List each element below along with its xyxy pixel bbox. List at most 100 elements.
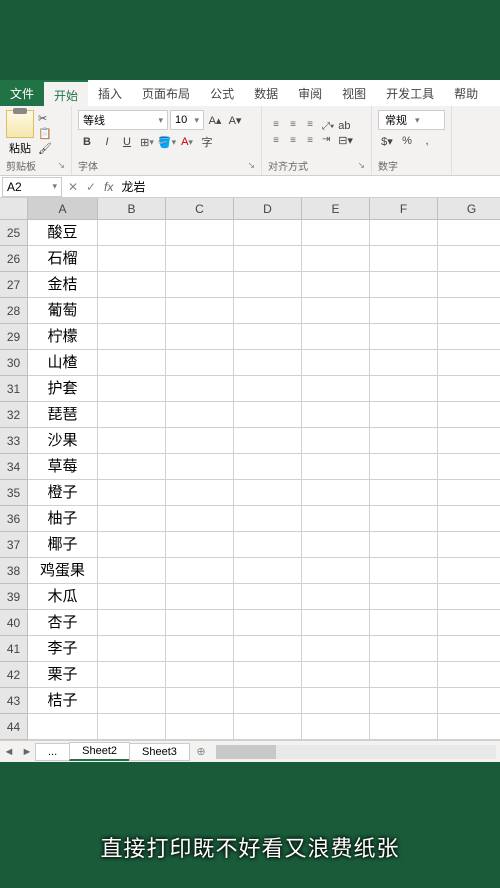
row-header[interactable]: 41	[0, 636, 28, 662]
menu-home[interactable]: 开始	[44, 80, 88, 106]
cell[interactable]	[98, 480, 166, 506]
cell[interactable]	[234, 480, 302, 506]
font-name-select[interactable]: 等线▾	[78, 110, 168, 130]
row-header[interactable]: 29	[0, 324, 28, 350]
row-header[interactable]: 31	[0, 376, 28, 402]
menu-insert[interactable]: 插入	[88, 80, 132, 106]
cell[interactable]	[234, 558, 302, 584]
column-header[interactable]: C	[166, 198, 234, 220]
cell[interactable]	[98, 506, 166, 532]
cell[interactable]	[302, 376, 370, 402]
column-header[interactable]: D	[234, 198, 302, 220]
cell[interactable]: 橙子	[28, 480, 98, 506]
cell[interactable]	[438, 480, 500, 506]
cell[interactable]	[438, 532, 500, 558]
align-launcher-icon[interactable]: ↘	[357, 160, 365, 171]
font-color-button[interactable]: A▾	[178, 133, 196, 151]
cell[interactable]	[166, 376, 234, 402]
cell[interactable]	[234, 506, 302, 532]
cell[interactable]	[166, 610, 234, 636]
copy-icon[interactable]: 📋	[38, 127, 52, 140]
row-header[interactable]: 42	[0, 662, 28, 688]
cell[interactable]	[370, 298, 438, 324]
paste-button[interactable]: 粘贴	[6, 110, 34, 156]
cell[interactable]	[302, 558, 370, 584]
orientation-icon[interactable]: ⤢▾	[322, 121, 334, 132]
cell[interactable]	[302, 324, 370, 350]
cell[interactable]	[438, 298, 500, 324]
cell[interactable]	[98, 688, 166, 714]
row-header[interactable]: 28	[0, 298, 28, 324]
row-header[interactable]: 27	[0, 272, 28, 298]
cell[interactable]	[370, 714, 438, 740]
sheet-tab-more[interactable]: ...	[35, 743, 70, 761]
cell[interactable]	[438, 610, 500, 636]
row-header[interactable]: 32	[0, 402, 28, 428]
cell[interactable]	[302, 636, 370, 662]
cell[interactable]: 椰子	[28, 532, 98, 558]
cell[interactable]	[438, 350, 500, 376]
cell[interactable]	[370, 350, 438, 376]
cell[interactable]	[370, 558, 438, 584]
font-launcher-icon[interactable]: ↘	[247, 160, 255, 171]
cell[interactable]	[234, 610, 302, 636]
cell[interactable]	[98, 714, 166, 740]
cell[interactable]	[166, 272, 234, 298]
cell[interactable]	[302, 428, 370, 454]
align-middle-icon[interactable]: ≡	[285, 118, 301, 132]
cell[interactable]	[302, 662, 370, 688]
cell[interactable]	[438, 454, 500, 480]
menu-layout[interactable]: 页面布局	[132, 80, 200, 106]
cell[interactable]	[302, 610, 370, 636]
column-header[interactable]: B	[98, 198, 166, 220]
cell[interactable]	[166, 324, 234, 350]
menu-dev[interactable]: 开发工具	[376, 80, 444, 106]
cell[interactable]	[98, 402, 166, 428]
column-header[interactable]: F	[370, 198, 438, 220]
cell[interactable]	[166, 688, 234, 714]
cell[interactable]	[98, 246, 166, 272]
column-header[interactable]: E	[302, 198, 370, 220]
cell[interactable]: 栗子	[28, 662, 98, 688]
cell[interactable]	[234, 662, 302, 688]
cell[interactable]: 杏子	[28, 610, 98, 636]
cell[interactable]	[302, 350, 370, 376]
cell[interactable]	[438, 246, 500, 272]
fill-color-button[interactable]: 🪣▾	[158, 133, 176, 151]
row-header[interactable]: 34	[0, 454, 28, 480]
cell[interactable]	[302, 506, 370, 532]
cell[interactable]: 琵琶	[28, 402, 98, 428]
formula-input[interactable]: 龙岩	[117, 178, 500, 195]
cell[interactable]: 鸡蛋果	[28, 558, 98, 584]
align-center-icon[interactable]: ≡	[285, 134, 301, 148]
cell[interactable]	[98, 428, 166, 454]
cell[interactable]	[98, 350, 166, 376]
cell[interactable]	[302, 532, 370, 558]
cell[interactable]	[98, 220, 166, 246]
cell[interactable]	[166, 350, 234, 376]
cell[interactable]	[370, 584, 438, 610]
cell[interactable]	[438, 220, 500, 246]
cell[interactable]	[302, 220, 370, 246]
cancel-formula-icon[interactable]: ✕	[64, 180, 82, 194]
cell[interactable]: 桔子	[28, 688, 98, 714]
cell[interactable]	[166, 428, 234, 454]
cell[interactable]	[234, 324, 302, 350]
cell[interactable]	[98, 636, 166, 662]
menu-help[interactable]: 帮助	[444, 80, 488, 106]
wrap-text-button[interactable]: ab	[338, 120, 353, 132]
spreadsheet-grid[interactable]: ABCDEFG25酸豆26石榴27金桔28葡萄29柠檬30山楂31护套32琵琶3…	[0, 198, 500, 740]
row-header[interactable]: 36	[0, 506, 28, 532]
cell[interactable]	[370, 688, 438, 714]
cell[interactable]	[370, 376, 438, 402]
cell[interactable]: 李子	[28, 636, 98, 662]
cell[interactable]	[166, 246, 234, 272]
bold-button[interactable]: B	[78, 133, 96, 151]
cell[interactable]	[234, 428, 302, 454]
cut-icon[interactable]: ✂	[38, 112, 52, 125]
cell[interactable]	[166, 532, 234, 558]
cell[interactable]	[166, 480, 234, 506]
cell[interactable]	[302, 584, 370, 610]
format-painter-icon[interactable]: 🖌	[38, 142, 52, 155]
cell[interactable]	[438, 506, 500, 532]
